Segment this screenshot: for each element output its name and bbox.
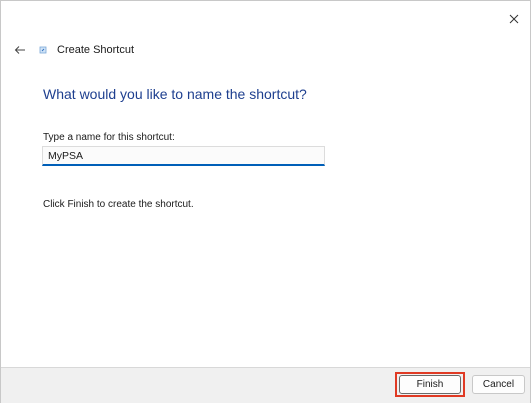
shortcut-wizard-icon bbox=[38, 45, 48, 55]
close-button[interactable] bbox=[506, 11, 522, 27]
wizard-header: Create Shortcut bbox=[13, 41, 134, 59]
cancel-button[interactable]: Cancel bbox=[472, 375, 525, 394]
page-heading: What would you like to name the shortcut… bbox=[43, 86, 307, 102]
shortcut-name-input[interactable] bbox=[42, 146, 325, 166]
instruction-text: Click Finish to create the shortcut. bbox=[43, 199, 194, 210]
finish-button[interactable]: Finish bbox=[399, 375, 461, 394]
back-arrow-icon bbox=[14, 46, 25, 54]
shortcut-name-label: Type a name for this shortcut: bbox=[43, 132, 175, 143]
back-button[interactable] bbox=[13, 43, 27, 57]
wizard-title: Create Shortcut bbox=[57, 44, 135, 56]
create-shortcut-dialog: Create Shortcut What would you like to n… bbox=[0, 0, 531, 403]
close-icon bbox=[509, 14, 519, 24]
